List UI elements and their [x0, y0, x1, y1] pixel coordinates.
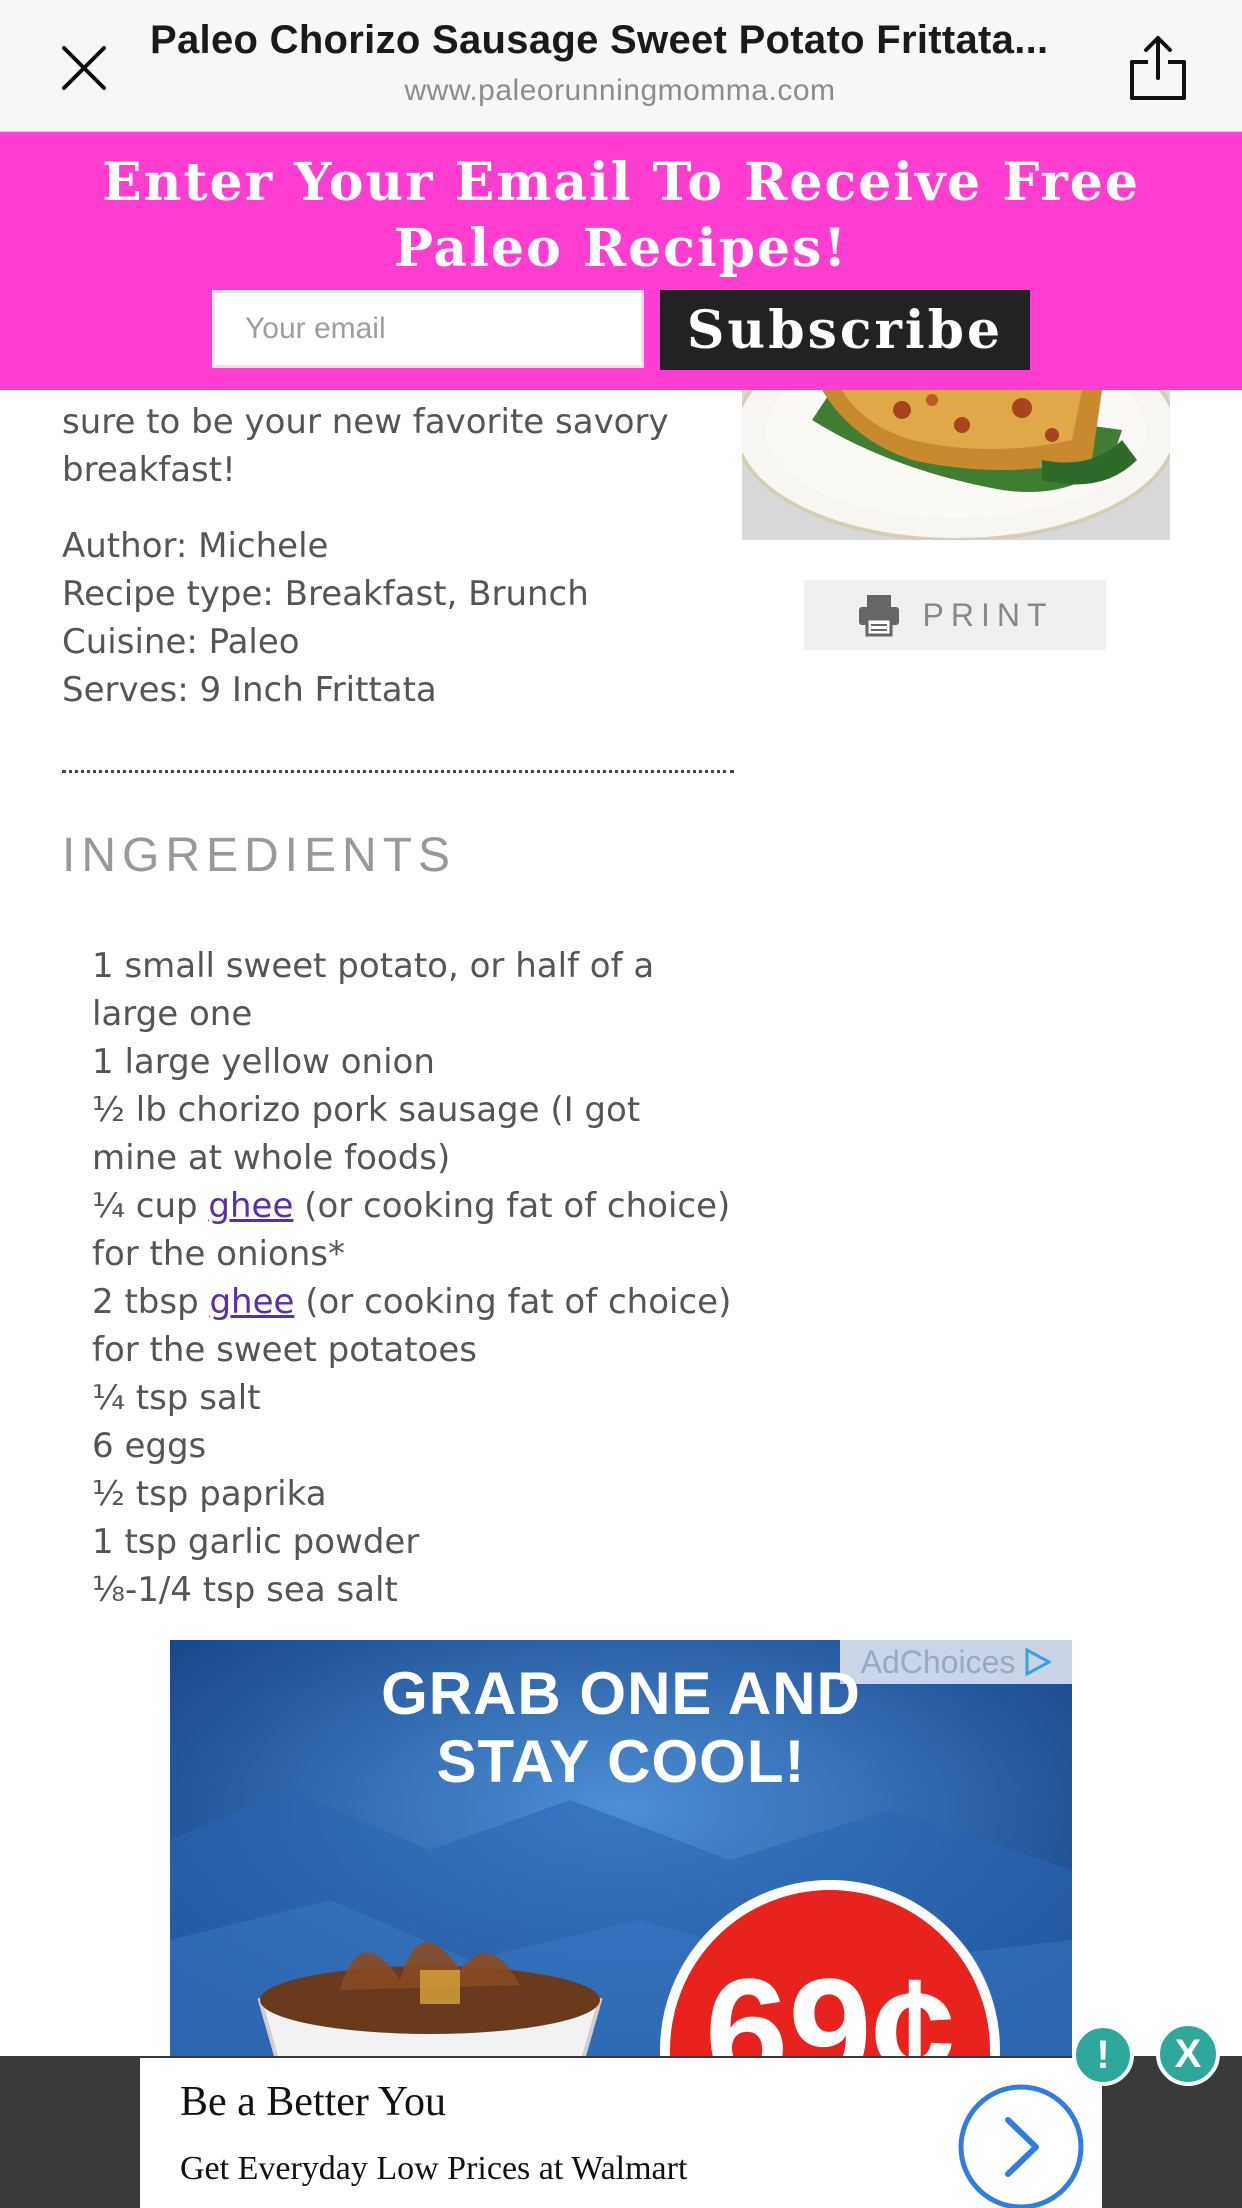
ingredient-item: 6 eggs: [92, 1426, 207, 1466]
subscribe-button[interactable]: Subscribe: [660, 290, 1030, 370]
ghee-link[interactable]: ghee: [208, 1186, 293, 1226]
drink-cup-graphic: [257, 1942, 603, 2060]
sticky-ad[interactable]: Be a Better You Get Everyday Low Prices …: [140, 2058, 1102, 2208]
email-field[interactable]: [212, 290, 644, 368]
chevron-right-icon[interactable]: [956, 2082, 1086, 2208]
ingredient-item: ¼ tsp salt: [92, 1378, 261, 1418]
section-divider: [62, 770, 734, 773]
ingredient-item: 1 large yellow onion: [92, 1042, 435, 1082]
page-title: Paleo Chorizo Sausage Sweet Potato Fritt…: [150, 18, 1049, 62]
print-button[interactable]: PRINT: [804, 580, 1106, 650]
page-url[interactable]: www.paleorunningmomma.com: [150, 74, 1090, 108]
sticky-ad-title: Be a Better You: [180, 2079, 446, 2125]
sticky-ad-subtitle: Get Everyday Low Prices at Walmart: [180, 2150, 688, 2187]
ad-info-button[interactable]: !: [1072, 2024, 1134, 2086]
ad-close-button[interactable]: X: [1156, 2022, 1220, 2086]
ingredient-item: ¼ cup ghee (or cooking fat of choice) fo…: [92, 1186, 731, 1274]
close-icon: [62, 46, 106, 90]
recipe-meta: Author: Michele Recipe type: Breakfast, …: [62, 522, 742, 714]
meta-serves: Serves: 9 Inch Frittata: [62, 670, 437, 710]
meta-author: Author: Michele: [62, 526, 329, 566]
ingredient-item: ½ tsp paprika: [92, 1474, 327, 1514]
browser-toolbar: Paleo Chorizo Sausage Sweet Potato Fritt…: [0, 0, 1242, 132]
printer-icon: [858, 595, 899, 637]
banner-headline: Enter Your Email To Receive Free Paleo R…: [102, 152, 1140, 279]
price-text: 69¢: [704, 1947, 956, 2060]
print-label: PRINT: [922, 596, 1054, 633]
ingredients-list: 1 small sweet potato, or half of a large…: [92, 942, 732, 1614]
subscribe-banner: Enter Your Email To Receive Free Paleo R…: [0, 132, 1242, 390]
ingredient-item: 1 small sweet potato, or half of a large…: [92, 946, 655, 1034]
close-button[interactable]: [50, 34, 118, 102]
ingredients-heading: INGREDIENTS: [62, 829, 457, 882]
recipe-intro: sure to be your new favorite savory brea…: [62, 402, 669, 490]
display-ad[interactable]: AdChoices GRAB ONE AND STAY COOL! 69¢: [170, 1640, 1072, 2060]
share-icon: [1130, 36, 1186, 100]
meta-recipe-type: Recipe type: Breakfast, Brunch: [62, 574, 589, 614]
ingredient-item: ⅛-1/4 tsp sea salt: [92, 1570, 398, 1610]
meta-cuisine: Cuisine: Paleo: [62, 622, 300, 662]
ingredient-item: ½ lb chorizo pork sausage (I got mine at…: [92, 1090, 641, 1178]
share-button[interactable]: [1120, 30, 1196, 106]
ad-headline: GRAB ONE AND STAY COOL!: [381, 1660, 861, 1795]
frittata-photo: [742, 390, 1170, 540]
ingredient-item: 2 tbsp ghee (or cooking fat of choice) f…: [92, 1282, 732, 1370]
ingredient-item: 1 tsp garlic powder: [92, 1522, 420, 1562]
ghee-link[interactable]: ghee: [209, 1282, 294, 1322]
